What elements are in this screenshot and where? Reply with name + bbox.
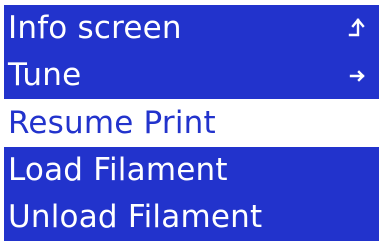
menu-item-load-filament[interactable]: Load Filament [4, 147, 379, 194]
menu-item-unload-filament[interactable]: Unload Filament [4, 194, 379, 241]
lcd-screen: Info screen Tune Resume Print Load Filam… [0, 0, 383, 245]
arrow-right-icon [347, 65, 369, 87]
menu-item-info-screen[interactable]: Info screen [4, 5, 379, 52]
menu-item-label: Load Filament [8, 152, 228, 188]
return-up-icon [347, 17, 369, 40]
menu-item-label: Unload Filament [8, 199, 263, 235]
menu-item-label: Tune [8, 57, 82, 93]
menu-item-label: Resume Print [8, 104, 216, 141]
menu-item-resume-print[interactable]: Resume Print [4, 100, 379, 146]
main-menu: Info screen Tune Resume Print Load Filam… [4, 4, 379, 241]
menu-item-label: Info screen [8, 10, 182, 46]
menu-item-tune[interactable]: Tune [4, 52, 379, 99]
